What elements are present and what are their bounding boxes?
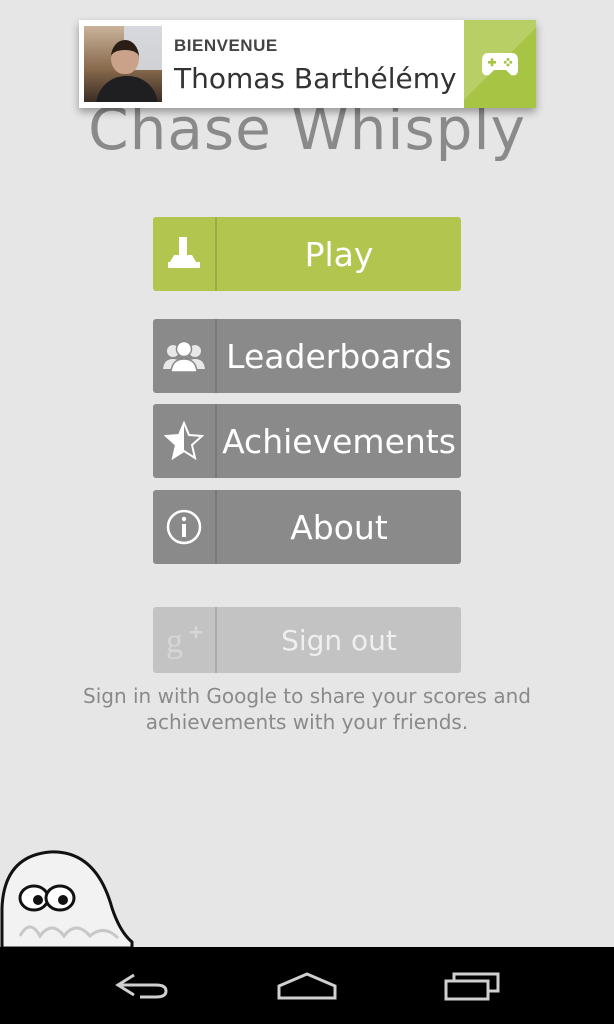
achievements-label: Achievements xyxy=(222,421,456,461)
svg-text:g: g xyxy=(166,623,183,660)
welcome-player-name: Thomas Barthélémy xyxy=(174,62,457,95)
sign-out-button[interactable]: g Sign out xyxy=(153,607,461,673)
welcome-label: BIENVENUE xyxy=(174,36,278,55)
sign-out-label: Sign out xyxy=(281,623,397,657)
info-icon xyxy=(153,490,217,564)
navigation-bar xyxy=(0,947,614,1024)
ghost-mascot xyxy=(0,848,140,950)
welcome-toast: BIENVENUE Thomas Barthélémy xyxy=(79,20,536,108)
play-button[interactable]: Play xyxy=(153,217,461,291)
home-icon[interactable] xyxy=(272,966,342,1006)
leaderboards-label: Leaderboards xyxy=(226,336,452,376)
back-icon[interactable] xyxy=(107,966,177,1006)
leaderboards-button[interactable]: Leaderboards xyxy=(153,319,461,393)
signin-note: Sign in with Google to share your scores… xyxy=(83,684,531,734)
achievements-button[interactable]: Achievements xyxy=(153,404,461,478)
about-label: About xyxy=(290,507,388,547)
gamepad-icon xyxy=(464,20,536,108)
joystick-icon xyxy=(153,217,217,291)
play-label: Play xyxy=(304,234,374,274)
about-button[interactable]: About xyxy=(153,490,461,564)
google-plus-icon: g xyxy=(153,607,217,673)
half-star-icon xyxy=(153,404,217,478)
welcome-text: BIENVENUE Thomas Barthélémy xyxy=(162,20,464,108)
avatar xyxy=(84,26,162,102)
recent-apps-icon[interactable] xyxy=(437,966,507,1006)
people-group-icon xyxy=(153,319,217,393)
